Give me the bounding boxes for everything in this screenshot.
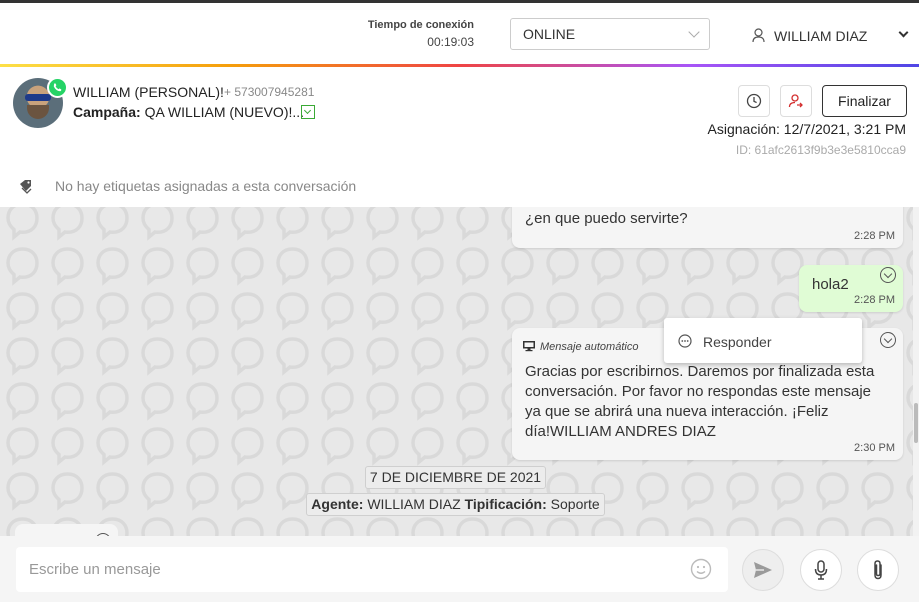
- user-name: WILLIAM DIAZ: [774, 28, 868, 44]
- send-icon: [754, 562, 772, 578]
- message-bubble-incoming[interactable]: ¿en que puedo servirte? 2:28 PM: [512, 207, 903, 248]
- date-separator: 7 DE DICIEMBRE DE 2021: [365, 466, 546, 489]
- user-icon: [752, 28, 765, 48]
- campaign-value: QA WILLIAM (NUEVO)!...: [144, 104, 305, 120]
- conversation-id: ID: 61afc2613f9b3e3e5810cca9: [735, 143, 906, 157]
- message-text: Gracias por escribirnos. Daremos por fin…: [525, 363, 875, 440]
- connection-time-value: 00:19:03: [427, 35, 474, 49]
- contact-phone: + 573007945281: [224, 85, 315, 99]
- agent-name: WILLIAM DIAZ: [367, 496, 461, 512]
- status-select[interactable]: ONLINE: [510, 18, 710, 50]
- chevron-down-icon: [688, 26, 700, 38]
- message-time: 2:28 PM: [854, 230, 895, 242]
- monitor-icon: [522, 339, 536, 357]
- message-time: 2:28 PM: [854, 294, 895, 306]
- chat-scrollbar[interactable]: [913, 207, 919, 536]
- paperclip-icon: [874, 560, 882, 580]
- attach-button[interactable]: [857, 549, 899, 591]
- message-text: ¿en que puedo servirte?: [525, 210, 688, 227]
- message-options-icon[interactable]: [880, 332, 896, 348]
- microphone-icon: [814, 560, 828, 580]
- campaign-label: Campaña:: [73, 104, 141, 120]
- campaign-info: Campaña: QA WILLIAM (NUEVO)!...: [73, 104, 304, 120]
- message-options-icon[interactable]: [880, 267, 896, 283]
- connection-time-label: Tiempo de conexión: [367, 19, 474, 31]
- message-input[interactable]: [16, 547, 728, 592]
- contact-name: WILLIAM (PERSONAL)!: [73, 84, 224, 100]
- tags-row: No hay etiquetas asignadas a esta conver…: [0, 170, 919, 207]
- user-menu[interactable]: WILLIAM DIAZ: [748, 25, 913, 47]
- typing-label: Tipificación:: [464, 496, 547, 512]
- chevron-down-icon: [303, 106, 312, 115]
- history-button[interactable]: [738, 85, 770, 117]
- send-button[interactable]: [742, 549, 784, 591]
- message-composer: [0, 536, 919, 602]
- microphone-button[interactable]: [800, 549, 842, 591]
- reply-menu-item[interactable]: Responder: [703, 334, 772, 350]
- chat-history[interactable]: ¿en que puedo servirte? 2:28 PM hola2 2:…: [0, 207, 913, 536]
- no-tags-message: No hay etiquetas asignadas a esta conver…: [55, 178, 357, 194]
- message-bubble-outgoing[interactable]: hola2 2:28 PM: [799, 265, 903, 312]
- message-time: 2:30 PM: [854, 442, 895, 454]
- clock-icon: [746, 93, 762, 109]
- campaign-expand-toggle[interactable]: [301, 105, 315, 119]
- finalize-button[interactable]: Finalizar: [822, 85, 907, 117]
- top-bar: Tiempo de conexión 00:19:03 ONLINE WILLI…: [0, 3, 919, 65]
- agent-info-pill: Agente: WILLIAM DIAZ Tipificación: Sopor…: [306, 493, 605, 516]
- tags-icon[interactable]: [18, 178, 34, 199]
- agent-label: Agente:: [311, 496, 364, 512]
- message-bubble-incoming[interactable]: [15, 524, 118, 536]
- message-text: hola2: [812, 276, 849, 293]
- scrollbar-thumb[interactable]: [914, 403, 918, 443]
- user-transfer-icon: [788, 94, 803, 108]
- assignment-info: Asignación: 12/7/2021, 3:21 PM: [707, 121, 906, 137]
- typing-value: Soporte: [550, 496, 600, 512]
- transfer-button[interactable]: [780, 85, 812, 117]
- whatsapp-icon: [47, 77, 68, 98]
- message-context-menu: Responder: [664, 318, 862, 363]
- status-value: ONLINE: [523, 26, 576, 42]
- emoji-icon[interactable]: [690, 558, 712, 585]
- automatic-message-label: Mensaje automático: [540, 341, 639, 353]
- reply-icon: [678, 334, 692, 353]
- chevron-down-icon: [898, 27, 909, 38]
